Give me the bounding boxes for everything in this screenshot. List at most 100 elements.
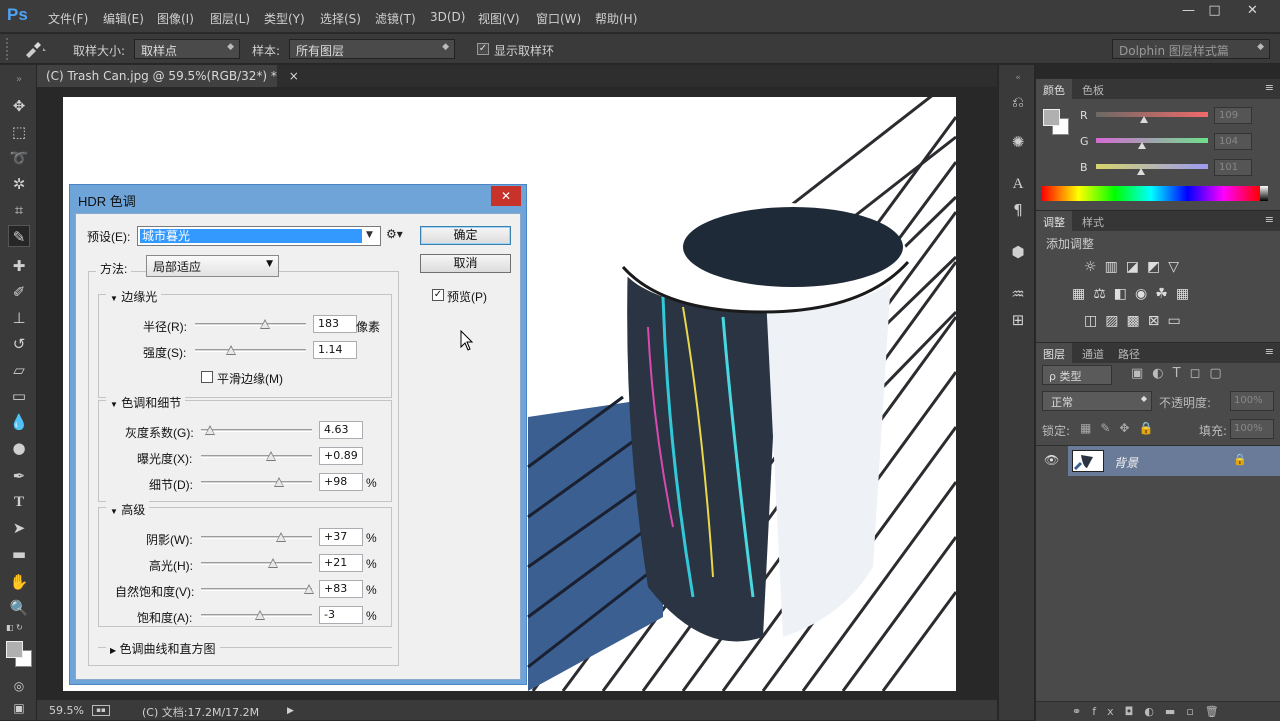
layer-name[interactable]: 背景: [1114, 454, 1138, 471]
history-panel-icon[interactable]: ⎌: [1007, 91, 1029, 113]
curves-icon[interactable]: ◪: [1126, 259, 1147, 275]
curve-histogram-section[interactable]: ▶ 色调曲线和直方图: [106, 640, 220, 657]
menu-filter[interactable]: 滤镜(T): [375, 10, 416, 27]
path-select-tool-icon[interactable]: ➤: [8, 517, 30, 539]
lasso-tool-icon[interactable]: ➰: [8, 147, 30, 169]
eyedropper-tool-icon[interactable]: [22, 40, 48, 58]
menu-help[interactable]: 帮助(H): [595, 10, 637, 27]
preset-select[interactable]: 城市暮光 ▼: [137, 226, 381, 246]
history-brush-tool-icon[interactable]: ↺: [8, 333, 30, 355]
strength-slider[interactable]: [195, 345, 306, 355]
posterize-icon[interactable]: ▨: [1105, 313, 1126, 329]
dodge-tool-icon[interactable]: ●: [8, 437, 30, 459]
shadow-input[interactable]: +37: [319, 528, 363, 546]
channel-g-slider[interactable]: [1096, 138, 1208, 149]
radius-input[interactable]: 183: [313, 315, 357, 333]
exposure-input[interactable]: +0.89: [319, 447, 363, 465]
photo-filter-icon[interactable]: ◉: [1135, 286, 1155, 302]
menu-view[interactable]: 视图(V): [478, 10, 520, 27]
vibrance-icon[interactable]: ▦: [1072, 286, 1093, 302]
document-tab[interactable]: (C) Trash Can.jpg @ 59.5%(RGB/32*) * ×: [37, 65, 299, 87]
pixel-filter-icon[interactable]: ▣: [1131, 366, 1152, 381]
channel-g-input[interactable]: 104: [1214, 133, 1252, 150]
tone-detail-title[interactable]: ▼ 色调和细节: [106, 394, 186, 411]
channel-r-slider[interactable]: [1096, 112, 1208, 123]
lock-all-icon[interactable]: 🔒: [1138, 421, 1162, 435]
highlight-slider-thumb[interactable]: [267, 558, 278, 568]
tab-layers[interactable]: 图层: [1036, 343, 1072, 363]
blur-tool-icon[interactable]: 💧: [8, 411, 30, 433]
move-tool-icon[interactable]: ✥: [8, 95, 30, 117]
close-window-button[interactable]: ✕: [1236, 0, 1269, 22]
clone-source-panel-icon[interactable]: ⊞: [1007, 309, 1029, 331]
channel-b-thumb[interactable]: [1136, 168, 1145, 175]
type-tool-icon[interactable]: T: [8, 491, 30, 513]
new-group-icon[interactable]: ▬: [1165, 705, 1186, 718]
brightness-icon[interactable]: ☼: [1084, 259, 1105, 275]
smooth-edges-checkbox[interactable]: [201, 371, 213, 383]
type-filter-icon[interactable]: T: [1173, 366, 1190, 381]
clone-stamp-tool-icon[interactable]: ⊥: [8, 307, 30, 329]
balance-icon[interactable]: ⚖: [1093, 286, 1114, 302]
black-white-icon[interactable]: ◧: [1114, 286, 1135, 302]
sample-size-dropdown[interactable]: 取样点 ◆: [134, 39, 240, 59]
ok-button[interactable]: 确定: [420, 226, 511, 245]
layer-style-icon[interactable]: fx: [1092, 705, 1124, 718]
collapse-column-icon[interactable]: «: [1007, 67, 1029, 89]
menu-image[interactable]: 图像(I): [157, 10, 194, 27]
menu-select[interactable]: 选择(S): [320, 10, 361, 27]
foreground-color-swatch[interactable]: [6, 641, 23, 658]
tab-color[interactable]: 颜色: [1036, 79, 1072, 99]
strength-input[interactable]: 1.14: [313, 341, 357, 359]
tab-paths[interactable]: 路径: [1111, 343, 1147, 363]
color-lookup-icon[interactable]: ▦: [1176, 286, 1197, 302]
character-panel-icon[interactable]: A: [1007, 173, 1029, 195]
eraser-tool-icon[interactable]: ▱: [8, 359, 30, 381]
advanced-title[interactable]: ▼ 高级: [106, 501, 150, 518]
opacity-input[interactable]: 100%: [1230, 391, 1274, 411]
cancel-button[interactable]: 取消: [420, 254, 511, 273]
collapse-toolbox-icon[interactable]: »: [8, 69, 30, 91]
exposure-slider-thumb[interactable]: [266, 451, 277, 461]
menu-3d[interactable]: 3D(D): [430, 10, 465, 24]
exposure-icon[interactable]: ◩: [1147, 259, 1168, 275]
radius-slider-thumb[interactable]: [260, 319, 271, 329]
threshold-icon[interactable]: ▩: [1126, 313, 1147, 329]
menu-window[interactable]: 窗口(W): [536, 10, 581, 27]
panel-menu-icon[interactable]: ≡: [1265, 213, 1274, 226]
close-tab-icon[interactable]: ×: [289, 69, 299, 83]
color-spectrum-bar[interactable]: [1042, 186, 1260, 201]
gamma-input[interactable]: 4.63: [319, 421, 363, 439]
menu-layer[interactable]: 图层(L): [210, 10, 250, 27]
lock-paint-icon[interactable]: ✎: [1100, 421, 1119, 435]
panel-menu-icon[interactable]: ≡: [1265, 345, 1274, 358]
saturation-slider[interactable]: [201, 610, 312, 620]
quick-select-tool-icon[interactable]: ✲: [8, 173, 30, 195]
radius-slider[interactable]: [195, 319, 306, 329]
fill-input[interactable]: 100%: [1230, 419, 1274, 439]
marquee-tool-icon[interactable]: ⬚: [8, 121, 30, 143]
layer-filter-select[interactable]: ρ 类型: [1042, 365, 1112, 385]
actions-panel-icon[interactable]: ✺: [1007, 131, 1029, 153]
vibrance-input[interactable]: +83: [319, 580, 363, 598]
levels-icon[interactable]: ▥: [1105, 259, 1126, 275]
workspace-dropdown[interactable]: Dolphin 图层样式篇 ◆: [1112, 39, 1270, 59]
method-select[interactable]: 局部适应 ▼: [146, 255, 279, 277]
gradient-tool-icon[interactable]: ▭: [8, 385, 30, 407]
highlight-input[interactable]: +21: [319, 554, 363, 572]
paragraph-panel-icon[interactable]: ¶: [1007, 199, 1029, 221]
highlight-slider[interactable]: [201, 558, 312, 568]
shadow-slider-thumb[interactable]: [276, 532, 287, 542]
lock-transparency-icon[interactable]: ▦: [1080, 421, 1100, 435]
screen-mode-icon[interactable]: ▣: [8, 697, 30, 719]
adjust-filter-icon[interactable]: ◐: [1152, 366, 1172, 381]
channel-g-thumb[interactable]: [1137, 142, 1146, 149]
detail-input[interactable]: +98: [319, 473, 363, 491]
maximize-button[interactable]: □: [1198, 0, 1231, 22]
channel-r-input[interactable]: 109: [1214, 107, 1252, 124]
new-layer-icon[interactable]: ▫: [1186, 705, 1204, 718]
channel-b-slider[interactable]: [1096, 164, 1208, 175]
swap-colors-icon[interactable]: ◧ ↻: [6, 623, 32, 633]
delete-layer-icon[interactable]: 🗑: [1205, 705, 1230, 718]
crop-tool-icon[interactable]: ⌗: [8, 199, 30, 221]
